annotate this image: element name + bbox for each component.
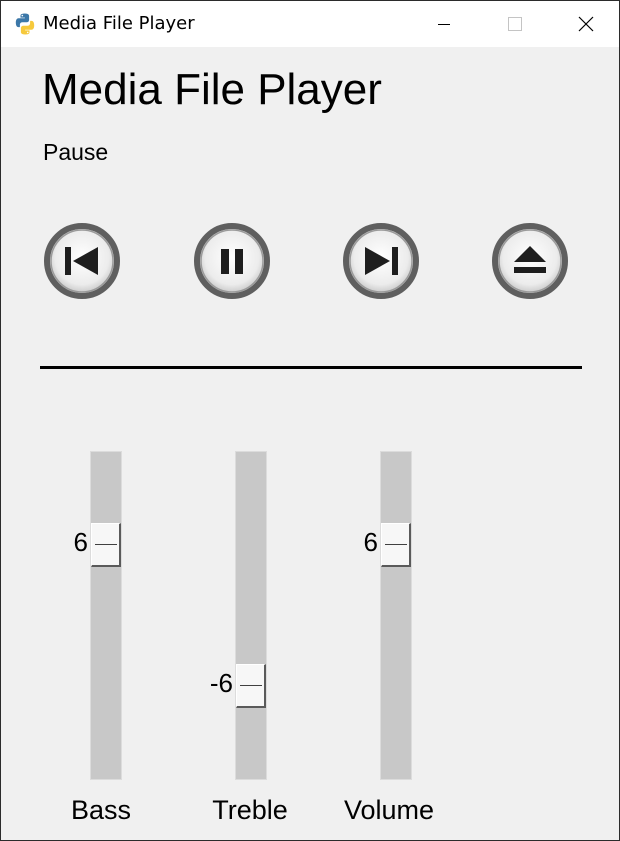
close-button[interactable] — [562, 1, 608, 47]
treble-slider-handle[interactable] — [236, 664, 266, 708]
skip-previous-icon — [44, 223, 120, 299]
treble-slider[interactable] — [235, 451, 267, 780]
bass-slider[interactable] — [90, 451, 122, 780]
app-window: Media File Player Media File Player Paus… — [0, 0, 620, 841]
python-icon — [15, 13, 35, 35]
treble-value: -6 — [209, 668, 233, 698]
volume-label: Volume — [343, 795, 435, 825]
maximize-icon — [508, 17, 522, 31]
pause-button[interactable] — [193, 222, 271, 300]
player-content: Media File Player Pause 6 Bass -6 Treble… — [1, 47, 619, 840]
volume-value: 6 — [363, 527, 378, 557]
volume-slider[interactable] — [380, 451, 412, 780]
title-bar[interactable]: Media File Player — [1, 1, 619, 47]
page-title: Media File Player — [42, 65, 382, 114]
eject-icon — [492, 223, 568, 299]
next-button[interactable] — [342, 222, 420, 300]
treble-label: Treble — [212, 795, 288, 825]
skip-next-icon — [343, 223, 419, 299]
previous-button[interactable] — [43, 222, 121, 300]
window-title: Media File Player — [43, 13, 195, 34]
minimize-icon — [438, 24, 450, 25]
minimize-button[interactable] — [421, 1, 467, 47]
eject-button[interactable] — [491, 222, 569, 300]
pause-icon — [194, 223, 270, 299]
status-label: Pause — [43, 139, 109, 165]
bass-value: 6 — [73, 527, 88, 557]
bass-label: Bass — [70, 795, 132, 825]
close-icon — [578, 16, 594, 32]
volume-slider-handle[interactable] — [381, 523, 411, 567]
separator — [40, 366, 582, 369]
bass-slider-handle[interactable] — [91, 523, 121, 567]
maximize-button[interactable] — [491, 1, 537, 47]
